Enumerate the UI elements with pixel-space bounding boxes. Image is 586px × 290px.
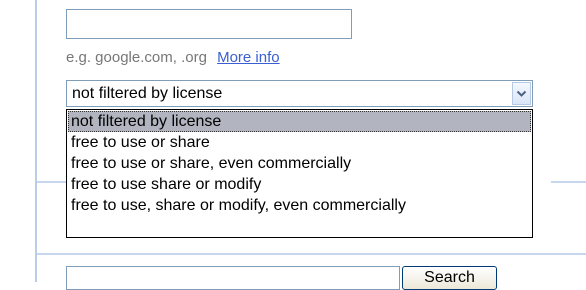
search-button[interactable]: Search: [402, 266, 497, 290]
site-hint-text: e.g. google.com, .org: [66, 49, 207, 66]
license-option[interactable]: free to use, share or modify, even comme…: [68, 195, 531, 216]
license-option[interactable]: free to use or share: [68, 132, 531, 153]
page-frame-left-border: [35, 0, 37, 282]
chevron-down-icon: [516, 90, 527, 97]
section-divider: [37, 181, 67, 183]
license-option[interactable]: free to use or share, even commercially: [68, 153, 531, 174]
section-divider: [37, 253, 586, 255]
section-divider: [551, 181, 586, 183]
license-option[interactable]: free to use share or modify: [68, 174, 531, 195]
license-option[interactable]: not filtered by license: [68, 111, 531, 132]
license-options-list[interactable]: not filtered by license free to use or s…: [66, 109, 533, 238]
license-select[interactable]: not filtered by license: [66, 80, 533, 107]
site-domain-input[interactable]: [66, 9, 352, 39]
dropdown-button[interactable]: [512, 82, 531, 105]
license-select-value: not filtered by license: [72, 85, 223, 102]
more-info-link[interactable]: More info: [217, 49, 280, 66]
search-input[interactable]: [66, 266, 400, 290]
site-hint-row: e.g. google.com, .org More info: [66, 49, 280, 66]
